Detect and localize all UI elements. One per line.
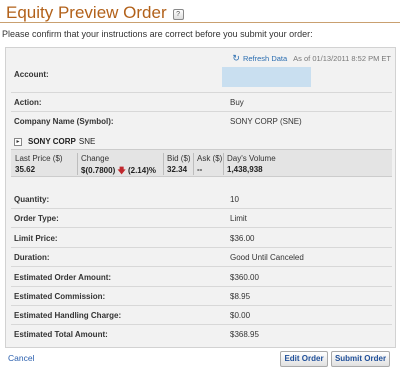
ask-label: Ask ($)	[197, 154, 223, 163]
bid-label: Bid ($)	[167, 154, 191, 163]
refresh-bar: ↻ Refresh Data As of 01/13/2011 8:52 PM …	[232, 53, 391, 64]
limit-price-label: Limit Price:	[14, 234, 58, 243]
est-total-label: Estimated Total Amount:	[14, 330, 108, 339]
order-type-value: Limit	[230, 214, 247, 223]
down-arrow-icon: 🡇	[117, 166, 126, 175]
change-value-row: $(0.7800) 🡇 (2.14)%	[81, 165, 156, 179]
action-label: Action:	[14, 98, 42, 107]
last-price-value: 35.62	[15, 165, 36, 174]
refresh-icon[interactable]: ↻	[232, 53, 240, 64]
volume-col: Day's Volume 1,438,938	[227, 154, 276, 174]
est-commission-label: Estimated Commission:	[14, 292, 106, 301]
duration-value: Good Until Canceled	[230, 253, 304, 262]
divider	[11, 266, 392, 267]
quote-separator	[193, 153, 194, 175]
symbol-name: SONY CORP	[28, 137, 76, 146]
est-handling-label: Estimated Handling Charge:	[14, 311, 122, 320]
divider	[11, 286, 392, 287]
duration-label: Duration:	[14, 253, 50, 262]
est-handling-row: Estimated Handling Charge: $0.00	[14, 311, 384, 325]
change-percent: (2.14)%	[127, 166, 156, 175]
est-commission-row: Estimated Commission: $8.95	[14, 292, 384, 306]
bid-col: Bid ($) 32.34	[167, 154, 191, 174]
est-amount-value: $360.00	[230, 273, 259, 282]
quantity-label: Quantity:	[14, 195, 50, 204]
submit-order-button[interactable]: Submit Order	[331, 351, 390, 367]
est-handling-value: $0.00	[230, 311, 251, 320]
quote-separator	[77, 153, 78, 175]
edit-order-button[interactable]: Edit Order	[280, 351, 328, 367]
company-value: SONY CORP (SNE)	[230, 117, 302, 126]
change-value: $(0.7800)	[81, 166, 116, 175]
change-col: Change $(0.7800) 🡇 (2.14)%	[81, 154, 156, 179]
refresh-data-link[interactable]: Refresh Data	[243, 54, 287, 63]
quote-separator	[223, 153, 224, 175]
order-preview-panel: ↻ Refresh Data As of 01/13/2011 8:52 PM …	[5, 47, 396, 348]
expand-toggle-icon[interactable]: ▸	[14, 137, 22, 146]
ask-col: Ask ($) --	[197, 154, 222, 174]
order-type-row: Order Type: Limit	[14, 214, 384, 228]
symbol-row: ▸ SONY CORP SNE	[14, 137, 95, 146]
duration-row: Duration: Good Until Canceled	[14, 253, 384, 267]
as-of-timestamp: As of 01/13/2011 8:52 PM ET	[293, 54, 391, 63]
account-label: Account:	[14, 70, 49, 79]
quote-strip: Last Price ($) 35.62 Change $(0.7800) 🡇 …	[11, 149, 392, 177]
divider	[11, 247, 392, 248]
company-label: Company Name (Symbol):	[14, 117, 114, 126]
company-row: Company Name (Symbol): SONY CORP (SNE)	[14, 117, 384, 131]
divider	[11, 324, 392, 325]
order-type-label: Order Type:	[14, 214, 59, 223]
bid-value: 32.34	[167, 165, 188, 174]
limit-price-value: $36.00	[230, 234, 255, 243]
cancel-link[interactable]: Cancel	[8, 353, 34, 363]
est-amount-label: Estimated Order Amount:	[14, 273, 112, 282]
last-price-col: Last Price ($) 35.62	[15, 154, 63, 174]
est-total-value: $368.95	[230, 330, 259, 339]
est-commission-value: $8.95	[230, 292, 251, 301]
help-icon[interactable]: ?	[172, 9, 184, 20]
title-divider	[0, 22, 400, 23]
divider	[11, 208, 392, 209]
quantity-row: Quantity: 10	[14, 195, 384, 209]
instructions-text: Please confirm that your instructions ar…	[2, 29, 313, 39]
quantity-value: 10	[230, 195, 239, 204]
last-price-label: Last Price ($)	[15, 154, 63, 163]
divider	[11, 92, 392, 93]
change-label: Change	[81, 154, 110, 163]
account-value-redacted	[222, 67, 311, 87]
volume-label: Day's Volume	[227, 154, 276, 163]
limit-price-row: Limit Price: $36.00	[14, 234, 384, 248]
ask-value: --	[197, 165, 203, 174]
est-total-row: Estimated Total Amount: $368.95	[14, 330, 384, 344]
est-amount-row: Estimated Order Amount: $360.00	[14, 273, 384, 287]
volume-value: 1,438,938	[227, 165, 263, 174]
quote-separator	[163, 153, 164, 175]
symbol-ticker: SNE	[78, 137, 96, 146]
divider	[11, 305, 392, 306]
page-title: Equity Preview Order	[6, 3, 167, 22]
action-row: Action: Buy	[14, 98, 384, 112]
account-row: Account:	[14, 70, 384, 84]
divider	[11, 227, 392, 228]
divider	[11, 111, 392, 112]
action-value: Buy	[230, 98, 244, 107]
page-header: Equity Preview Order ?	[6, 3, 184, 23]
